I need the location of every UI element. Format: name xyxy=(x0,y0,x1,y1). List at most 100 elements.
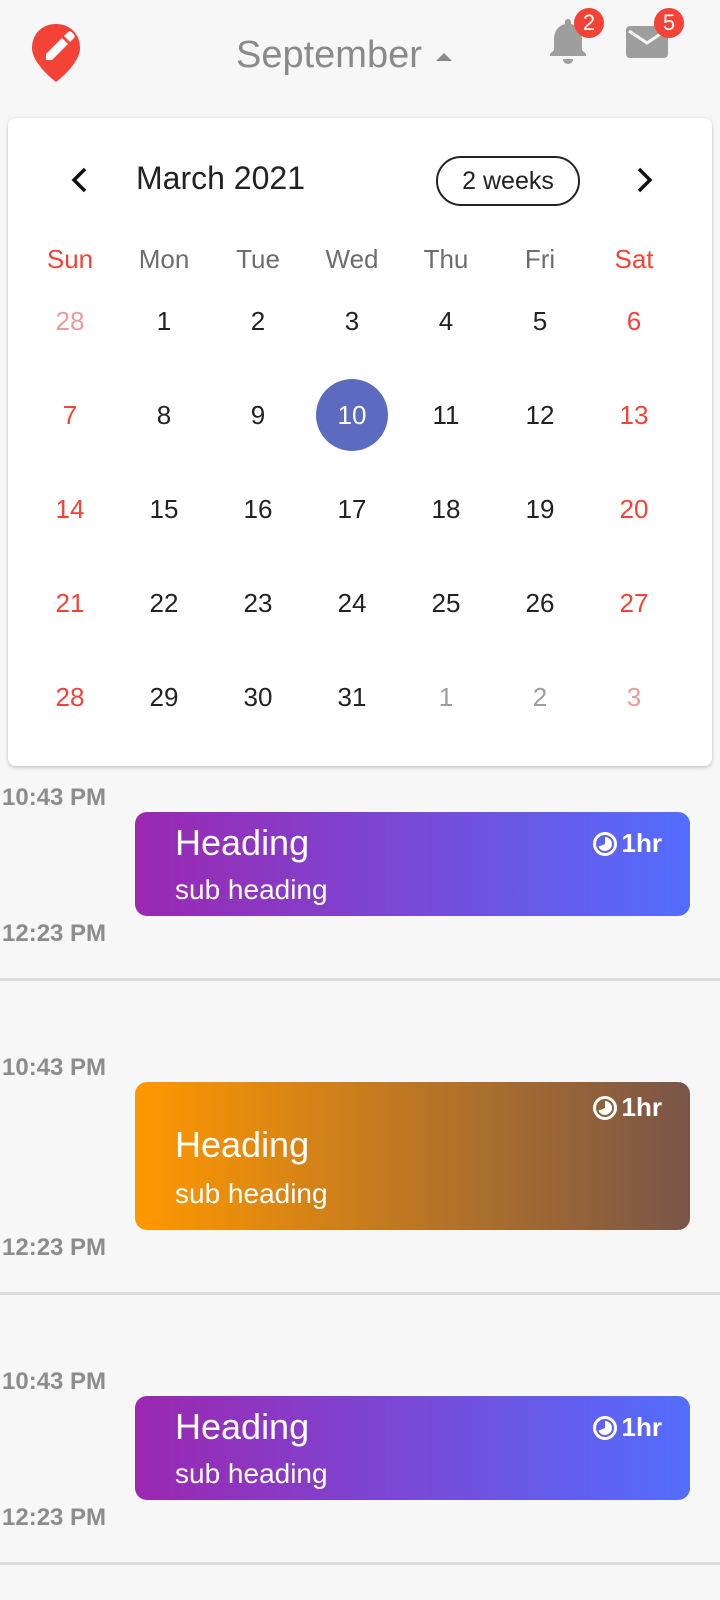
day-number: 27 xyxy=(619,587,649,618)
day-cell[interactable]: 29 xyxy=(116,662,212,732)
day-cell[interactable]: 21 xyxy=(22,568,118,638)
day-cell[interactable]: 17 xyxy=(304,474,400,544)
event-end-time: 12:23 PM xyxy=(2,1504,107,1531)
day-cell[interactable]: 22 xyxy=(116,568,212,638)
day-number: 2 xyxy=(532,681,548,712)
day-cell[interactable]: 2 xyxy=(492,662,588,732)
calendar-title: March 2021 xyxy=(136,160,305,196)
day-cell[interactable]: 20 xyxy=(586,474,682,544)
day-cell[interactable]: 15 xyxy=(116,474,212,544)
day-cell[interactable]: 27 xyxy=(586,568,682,638)
chevron-right-icon xyxy=(637,167,653,193)
day-number: 28 xyxy=(55,681,85,712)
weekday-label: Tue xyxy=(236,244,280,274)
timelapse-icon xyxy=(592,1415,617,1440)
day-number: 3 xyxy=(344,305,360,336)
weekday-label: Mon xyxy=(138,244,190,274)
day-cell[interactable]: 16 xyxy=(210,474,306,544)
selected-day-cell[interactable]: 10 xyxy=(304,379,400,451)
event-title: Heading xyxy=(175,822,310,863)
day-cell[interactable]: 3 xyxy=(304,286,400,356)
day-cell[interactable]: 28 xyxy=(22,662,118,732)
day-cell[interactable]: 19 xyxy=(492,474,588,544)
day-cell[interactable]: 28 xyxy=(22,286,118,356)
day-cell[interactable]: 24 xyxy=(304,568,400,638)
event-title: Heading xyxy=(175,1124,310,1165)
day-cell[interactable]: 1 xyxy=(398,662,494,732)
day-number: 24 xyxy=(337,587,367,618)
timelapse-icon xyxy=(592,831,617,856)
day-number: 26 xyxy=(525,587,555,618)
event-start-time: 10:43 PM xyxy=(2,1368,107,1395)
day-cell[interactable]: 2 xyxy=(210,286,306,356)
day-cell[interactable]: 11 xyxy=(398,380,494,450)
event-subtitle: sub heading xyxy=(175,1178,328,1209)
event-card[interactable]: Heading sub heading 1hr xyxy=(135,812,690,916)
day-cell[interactable]: 14 xyxy=(22,474,118,544)
notifications-badge: 2 xyxy=(574,8,604,38)
event-duration: 1hr xyxy=(592,1092,662,1123)
day-cell[interactable]: 8 xyxy=(116,380,212,450)
day-number: 3 xyxy=(626,681,642,712)
event-divider xyxy=(0,1292,720,1295)
day-number: 16 xyxy=(243,493,273,524)
day-number: 7 xyxy=(62,399,78,430)
previous-month-button[interactable] xyxy=(58,158,102,202)
day-cell[interactable]: 1 xyxy=(116,286,212,356)
event-card[interactable]: Heading sub heading 1hr xyxy=(135,1396,690,1500)
day-number: 6 xyxy=(626,305,642,336)
day-number: 5 xyxy=(532,305,548,336)
next-month-button[interactable] xyxy=(622,158,666,202)
month-selector[interactable]: September xyxy=(236,30,452,80)
day-number: 23 xyxy=(243,587,273,618)
day-cell[interactable]: 7 xyxy=(22,380,118,450)
day-number: 29 xyxy=(149,681,179,712)
day-cell[interactable]: 12 xyxy=(492,380,588,450)
day-number: 10 xyxy=(316,379,388,451)
day-number: 30 xyxy=(243,681,273,712)
event-subtitle: sub heading xyxy=(175,1458,328,1489)
day-number: 14 xyxy=(55,493,85,524)
day-number: 22 xyxy=(149,587,179,618)
weekday-label: Thu xyxy=(423,244,469,274)
edit-location-icon[interactable] xyxy=(30,20,86,86)
event-card[interactable]: Heading sub heading 1hr xyxy=(135,1082,690,1230)
day-cell[interactable]: 30 xyxy=(210,662,306,732)
caret-up-icon xyxy=(435,53,452,61)
timelapse-icon xyxy=(592,1095,617,1120)
day-number: 19 xyxy=(525,493,555,524)
event-start-time: 10:43 PM xyxy=(2,784,107,811)
day-number: 1 xyxy=(156,305,172,336)
day-number: 13 xyxy=(619,399,649,430)
day-number: 8 xyxy=(156,399,172,430)
day-number: 20 xyxy=(619,493,649,524)
day-cell[interactable]: 25 xyxy=(398,568,494,638)
event-duration: 1hr xyxy=(592,828,662,859)
day-cell[interactable]: 9 xyxy=(210,380,306,450)
day-cell[interactable]: 6 xyxy=(586,286,682,356)
event-duration-label: 1hr xyxy=(621,1092,662,1122)
day-number: 11 xyxy=(432,399,460,430)
weekday-label: Wed xyxy=(325,244,379,274)
format-toggle-button[interactable]: 2 weeks xyxy=(436,156,580,206)
calendar-card: March 2021 2 weeks Sun Mon Tue Wed Thu Fri Sat… xyxy=(8,118,712,766)
event-duration-label: 1hr xyxy=(621,1412,662,1442)
notifications-button[interactable]: 2 xyxy=(546,8,604,70)
event-title: Heading xyxy=(175,1406,310,1447)
day-cell[interactable]: 31 xyxy=(304,662,400,732)
day-cell[interactable]: 26 xyxy=(492,568,588,638)
day-cell[interactable]: 3 xyxy=(586,662,682,732)
day-number: 2 xyxy=(250,305,266,336)
day-number: 9 xyxy=(250,399,266,430)
day-cell[interactable]: 18 xyxy=(398,474,494,544)
day-cell[interactable]: 23 xyxy=(210,568,306,638)
event-duration-label: 1hr xyxy=(621,828,662,858)
messages-button[interactable]: 5 xyxy=(624,8,684,70)
day-number: 18 xyxy=(431,493,461,524)
day-cell[interactable]: 13 xyxy=(586,380,682,450)
day-cell[interactable]: 5 xyxy=(492,286,588,356)
day-cell[interactable]: 4 xyxy=(398,286,494,356)
event-end-time: 12:23 PM xyxy=(2,920,107,947)
day-number: 12 xyxy=(525,399,555,430)
day-number: 28 xyxy=(55,305,85,336)
